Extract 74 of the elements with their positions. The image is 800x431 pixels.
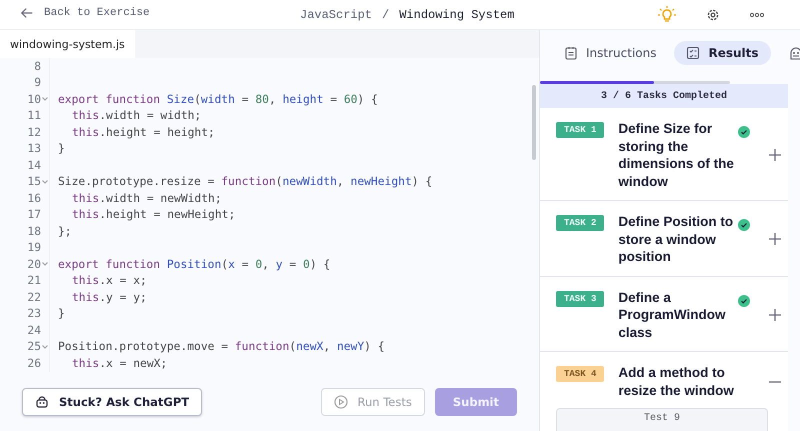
task-title: Define Position to store a window position [618,213,734,266]
code-line: this.height = height; [71,126,215,139]
code-line: } [57,307,65,320]
back-arrow-icon [20,6,34,20]
line-number: 21 [27,274,41,288]
test-header[interactable]: Test 9 [556,408,768,431]
task-tag: TASK 2 [556,215,604,231]
line-number: 12 [27,126,41,139]
play-icon [334,394,348,408]
expand-icon[interactable] [768,148,782,162]
instructions-tab[interactable]: Instructions [552,41,668,65]
code-line: this.width = width; [71,109,202,122]
scrollbar[interactable] [532,85,536,160]
code-line: this.width = newWidth; [71,192,222,205]
code-line: this.height = newHeight; [71,208,236,222]
task-title: Add a method to resize the window [618,364,735,399]
task-tag: TASK 4 [556,366,604,382]
code-line: export function Size(width = 80, height = 60) { [57,92,378,106]
code-line: export function Position(x = 0, y = 0) { [57,258,330,271]
code-line: this.x = newX; [71,356,168,370]
file-tab[interactable]: windowing-system.js [0,30,135,58]
settings-icon[interactable] [706,8,720,22]
calendar-icon [564,46,578,60]
line-number: 15 [27,175,41,188]
task-tag: TASK 1 [556,122,604,138]
task-tag: TASK 3 [556,290,604,306]
exercise-title: Windowing System [399,8,514,22]
line-number: 8 [34,60,41,73]
code-line: Size.prototype.resize = function(newWidth, newHeight) { [57,175,432,188]
code-line: this.x = x; [71,274,147,288]
tasks-completed-banner: 3 / 6 Tasks Completed [540,84,788,108]
check-icon [738,294,750,306]
task-card[interactable]: TASK 1 Define Size for storing the dimensions of the window [540,108,788,201]
line-number: 20 [27,258,41,271]
fold-toggle-icon[interactable] [41,262,49,266]
line-number: 13 [27,142,41,156]
breadcrumb-track[interactable]: JavaScript [300,8,372,22]
check-icon [738,126,750,138]
task-card[interactable]: TASK 2 Define Position to store a window position [540,201,788,276]
expand-icon[interactable] [768,308,782,322]
task-card[interactable]: TASK 4 Add a method to resize the window Test 9 [540,352,788,431]
task-title: Define Size for storing the dimensions of the window [618,120,735,190]
code-line: }; [57,224,72,238]
line-number: 9 [34,76,41,90]
ask-chatgpt-button[interactable]: Stuck? Ask ChatGPT [22,388,202,416]
line-number: 14 [27,158,41,172]
line-number: 22 [27,290,41,304]
code-line: Position.prototype.move = function(newX, newY) { [57,340,385,354]
line-number: 26 [27,356,41,370]
expand-icon[interactable] [768,232,782,246]
line-number: 24 [27,324,41,337]
fold-toggle-icon[interactable] [41,180,49,184]
line-number: 10 [27,92,41,106]
line-number: 11 [27,109,41,122]
robot-icon [35,394,49,408]
task-title: Define a ProgramWindow class [618,288,727,341]
line-number: 18 [27,224,41,238]
more-icon[interactable] [750,12,764,18]
back-link[interactable]: Back to Exercise [20,6,150,20]
task-card[interactable]: TASK 3 Define a ProgramWindow class [540,276,788,352]
line-number: 25 [27,340,41,354]
line-number: 23 [27,307,41,320]
line-number: 17 [27,208,41,222]
code-line: this.y = y; [71,290,147,304]
checklist-icon [686,46,700,60]
fold-toggle-icon[interactable] [41,97,49,102]
breadcrumb-separator: / [382,8,390,22]
line-number: 16 [27,192,41,205]
fold-toggle-icon[interactable] [41,344,49,349]
line-number: 19 [27,241,41,254]
robot-icon [788,45,800,61]
code-line: } [57,142,65,156]
check-icon [738,219,750,231]
results-tab[interactable]: Results [674,41,771,65]
